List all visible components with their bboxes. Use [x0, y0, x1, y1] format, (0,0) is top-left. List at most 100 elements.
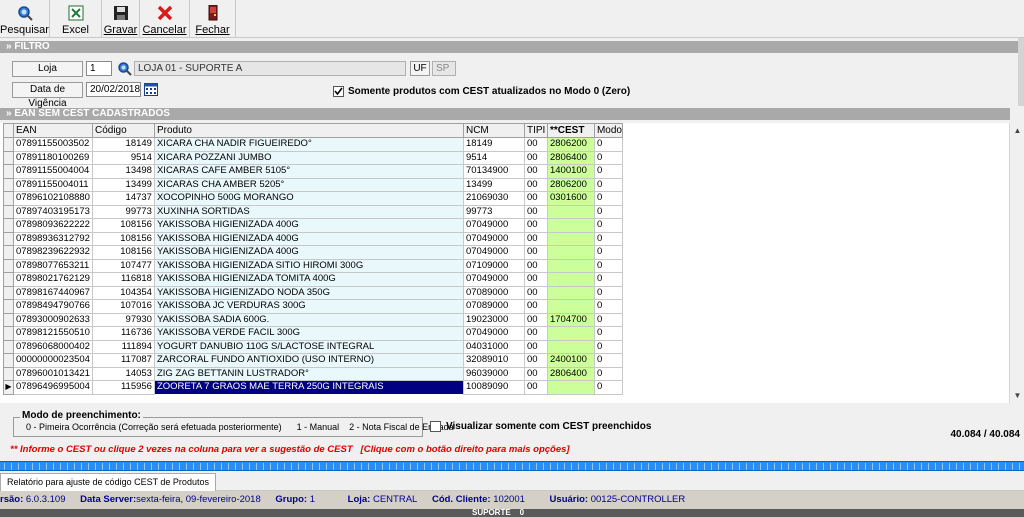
cell-produto[interactable]: YAKISSOBA HIGIENIZADA SITIO HIROMI 300G [153, 258, 464, 273]
cell-cest[interactable] [546, 218, 595, 233]
cell-modo[interactable]: 0 [593, 353, 623, 368]
row-indicator[interactable] [3, 177, 14, 192]
row-indicator[interactable] [3, 272, 14, 287]
cell-ean[interactable]: 07896068000402 [13, 339, 93, 354]
cell-modo[interactable]: 0 [593, 299, 623, 314]
cell-ean[interactable]: 07898121550510 [13, 326, 93, 341]
cell-ncm[interactable]: 9514 [462, 150, 525, 165]
table-row[interactable]: 07896068000402 111894 YOGURT DANUBIO 110G … [3, 339, 623, 354]
cell-ncm[interactable]: 32089010 [462, 353, 525, 368]
cell-modo[interactable]: 0 [593, 150, 623, 165]
cell-cest[interactable]: 1400100 [546, 164, 595, 179]
table-row[interactable]: 07897403195173 99773 XUXINHA SORTIDAS 99773… [3, 204, 623, 219]
cell-tipi[interactable]: 00 [523, 204, 548, 219]
row-indicator[interactable] [3, 245, 14, 260]
cell-ncm[interactable]: 19023000 [462, 312, 525, 327]
table-row[interactable]: 07896102108880 14737 XOCOPINHO 500G MORANG… [3, 191, 623, 206]
loja-search-icon[interactable] [117, 61, 132, 76]
cell-cest[interactable] [546, 339, 595, 354]
cell-codigo[interactable]: 107477 [91, 258, 155, 273]
cell-tipi[interactable]: 00 [523, 312, 548, 327]
cell-codigo[interactable]: 107016 [91, 299, 155, 314]
grid-scrollbar[interactable]: ▲ ▼ [1009, 123, 1024, 403]
cell-codigo[interactable]: 108156 [91, 245, 155, 260]
cancel-button[interactable]: Cancelar [140, 0, 190, 38]
cell-produto[interactable]: YOGURT DANUBIO 110G S/LACTOSE INTEGRAL [153, 339, 464, 354]
cell-modo[interactable]: 0 [593, 204, 623, 219]
uf-button[interactable]: UF [410, 61, 430, 76]
cell-tipi[interactable]: 00 [523, 299, 548, 314]
scroll-up-arrow-icon[interactable]: ▲ [1010, 123, 1024, 138]
row-pointer-icon[interactable]: ▶ [3, 380, 14, 395]
cell-codigo[interactable]: 108156 [91, 218, 155, 233]
column-header-cest[interactable]: **CEST [546, 123, 595, 138]
cell-ncm[interactable]: 10089090 [462, 380, 525, 395]
table-row[interactable]: 07891155003502 18149 XICARA CHA NADIR FIGU… [3, 137, 623, 152]
cell-ean[interactable]: 07891155003502 [13, 137, 93, 152]
cell-produto[interactable]: ZIG ZAG BETTANIN LUSTRADOR° [153, 366, 464, 381]
cell-tipi[interactable]: 00 [523, 380, 548, 395]
table-row[interactable]: 00000000023504 117087 ZARCORAL FUNDO ANTIO… [3, 353, 623, 368]
cell-modo[interactable]: 0 [593, 164, 623, 179]
cell-modo[interactable]: 0 [593, 312, 623, 327]
cell-produto[interactable]: XICARAS CHA AMBER 5205° [153, 177, 464, 192]
tab-relatorio-cest[interactable]: Relatório para ajuste de código CEST de … [0, 473, 216, 491]
cell-ncm[interactable]: 07049000 [462, 218, 525, 233]
cell-tipi[interactable]: 00 [523, 231, 548, 246]
cell-produto[interactable]: XUXINHA SORTIDAS [153, 204, 464, 219]
cell-cest[interactable] [546, 245, 595, 260]
cell-modo[interactable]: 0 [593, 366, 623, 381]
cell-cest[interactable]: 2806200 [546, 137, 595, 152]
column-header-produto[interactable]: Produto [153, 123, 464, 138]
cell-ean[interactable]: 07898936312792 [13, 231, 93, 246]
cell-ean[interactable]: 07898167440967 [13, 285, 93, 300]
cell-cest[interactable]: 2400100 [546, 353, 595, 368]
cell-codigo[interactable]: 13498 [91, 164, 155, 179]
cell-modo[interactable]: 0 [593, 218, 623, 233]
cell-cest[interactable] [546, 380, 595, 395]
row-indicator[interactable] [3, 204, 14, 219]
cell-ncm[interactable]: 04031000 [462, 339, 525, 354]
cell-cest[interactable] [546, 299, 595, 314]
cell-produto[interactable]: YAKISSOBA HIGIENIZADA TOMITA 400G [153, 272, 464, 287]
cell-tipi[interactable]: 00 [523, 326, 548, 341]
row-indicator[interactable] [3, 231, 14, 246]
cell-codigo[interactable]: 115956 [91, 380, 155, 395]
cell-ean[interactable]: 07898077653211 [13, 258, 93, 273]
cell-ean[interactable]: 07891180100269 [13, 150, 93, 165]
cell-codigo[interactable]: 13499 [91, 177, 155, 192]
cell-tipi[interactable]: 00 [523, 366, 548, 381]
cell-tipi[interactable]: 00 [523, 137, 548, 152]
cell-modo[interactable]: 0 [593, 258, 623, 273]
row-indicator[interactable] [3, 326, 14, 341]
loja-code-input[interactable]: 1 [86, 61, 112, 76]
cell-cest[interactable] [546, 204, 595, 219]
cell-codigo[interactable]: 108156 [91, 231, 155, 246]
cell-modo[interactable]: 0 [593, 245, 623, 260]
cell-produto[interactable]: YAKISSOBA SADIA 600G. [153, 312, 464, 327]
cell-codigo[interactable]: 14053 [91, 366, 155, 381]
cell-ean[interactable]: 07891155004004 [13, 164, 93, 179]
row-indicator[interactable] [3, 218, 14, 233]
cell-cest[interactable] [546, 258, 595, 273]
cell-modo[interactable]: 0 [593, 177, 623, 192]
row-indicator[interactable] [3, 353, 14, 368]
save-button[interactable]: Gravar [102, 0, 140, 38]
column-header-ncm[interactable]: NCM [462, 123, 525, 138]
cell-tipi[interactable]: 00 [523, 218, 548, 233]
table-row[interactable]: 07898494790766 107016 YAKISSOBA JC VERDURA… [3, 299, 623, 314]
table-row[interactable]: 07898936312792 108156 YAKISSOBA HIGIENIZAD… [3, 231, 623, 246]
table-row[interactable]: 07898239622932 108156 YAKISSOBA HIGIENIZAD… [3, 245, 623, 260]
cell-produto[interactable]: ZOORETA 7 GRAOS MAE TERRA 250G INTEGRAIS [153, 380, 464, 395]
cell-tipi[interactable]: 00 [523, 177, 548, 192]
cell-ncm[interactable]: 07089000 [462, 285, 525, 300]
cell-codigo[interactable]: 97930 [91, 312, 155, 327]
cell-produto[interactable]: XICARA CHA NADIR FIGUEIREDO° [153, 137, 464, 152]
cell-produto[interactable]: YAKISSOBA JC VERDURAS 300G [153, 299, 464, 314]
cell-cest[interactable]: 2806200 [546, 177, 595, 192]
cell-cest[interactable]: 1704700 [546, 312, 595, 327]
cell-tipi[interactable]: 00 [523, 353, 548, 368]
table-row[interactable]: 07898021762129 116818 YAKISSOBA HIGIENIZAD… [3, 272, 623, 287]
cell-produto[interactable]: YAKISSOBA HIGIENIZADO NODA 350G [153, 285, 464, 300]
search-button[interactable]: Pesquisar [0, 0, 50, 38]
